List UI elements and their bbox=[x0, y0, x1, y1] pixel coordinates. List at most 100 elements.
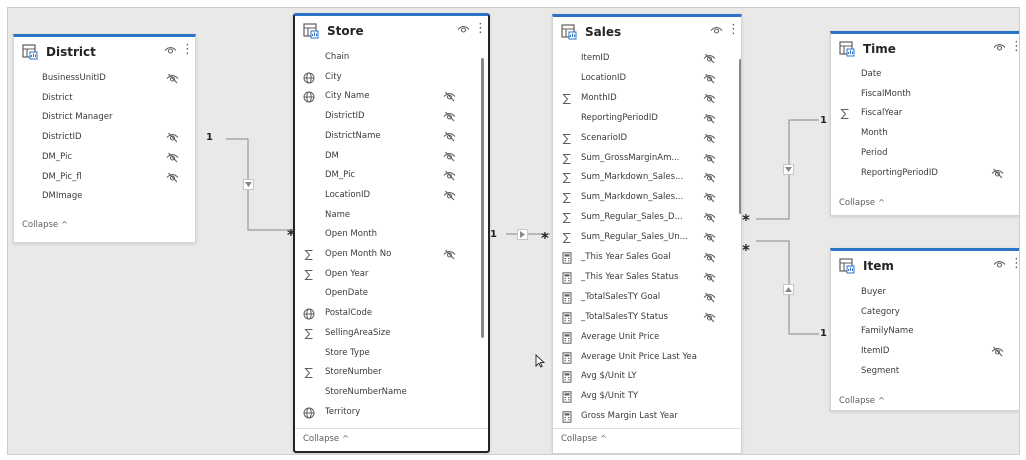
field-row[interactable]: Month bbox=[831, 125, 1019, 143]
field-row[interactable]: Chain bbox=[295, 49, 488, 67]
more-options-icon[interactable]: ⋮ bbox=[727, 23, 740, 37]
card-header-sales[interactable]: Sales ⋮ bbox=[553, 17, 741, 47]
field-row[interactable]: FamilyName bbox=[831, 323, 1019, 341]
eye-icon[interactable] bbox=[993, 259, 1006, 270]
table-card-store[interactable]: Store ⋮ Chain City City Name DistrictID Distri… bbox=[293, 13, 490, 453]
table-title[interactable]: Sales bbox=[585, 25, 621, 39]
field-row[interactable]: Territory bbox=[295, 404, 488, 422]
field-row[interactable]: DistrictID bbox=[14, 129, 195, 147]
more-options-icon[interactable]: ⋮ bbox=[1010, 40, 1019, 54]
field-row[interactable]: FiscalYear bbox=[831, 105, 1019, 123]
field-row[interactable]: Sum_GrossMarginAm... bbox=[553, 150, 741, 168]
field-row[interactable]: OpenDate bbox=[295, 285, 488, 303]
field-row[interactable]: ReportingPeriodID bbox=[831, 165, 1019, 183]
hidden-field-indicator bbox=[703, 252, 716, 263]
field-row[interactable]: SellingAreaSize bbox=[295, 325, 488, 343]
field-row[interactable]: Avg $/Unit TY bbox=[553, 388, 741, 406]
field-row[interactable]: Category bbox=[831, 304, 1019, 322]
field-row[interactable]: Segment bbox=[831, 363, 1019, 381]
table-title[interactable]: Item bbox=[863, 259, 894, 273]
field-row[interactable]: _TotalSalesTY Goal bbox=[553, 289, 741, 307]
field-row[interactable]: DM bbox=[295, 148, 488, 166]
field-row[interactable]: District Manager bbox=[14, 109, 195, 127]
more-options-icon[interactable]: ⋮ bbox=[1010, 257, 1019, 271]
more-options-icon[interactable]: ⋮ bbox=[181, 43, 194, 57]
card-header-item[interactable]: Item ⋮ bbox=[831, 251, 1019, 281]
field-row[interactable]: Sum_Markdown_Sales... bbox=[553, 189, 741, 207]
filter-direction-up-icon[interactable] bbox=[783, 284, 794, 295]
field-row[interactable]: StoreNumberName bbox=[295, 384, 488, 402]
filter-direction-down-icon[interactable] bbox=[243, 179, 254, 190]
scrollbar-thumb[interactable] bbox=[739, 59, 741, 214]
field-row[interactable]: Store Type bbox=[295, 345, 488, 363]
field-row[interactable]: Gross Margin Last Year bbox=[553, 408, 741, 426]
collapse-button[interactable]: Collapse ^ bbox=[303, 434, 349, 444]
collapse-button[interactable]: Collapse ^ bbox=[839, 396, 885, 406]
field-row[interactable]: _TotalSalesTY Status bbox=[553, 309, 741, 327]
collapse-button[interactable]: Collapse ^ bbox=[22, 220, 68, 230]
eye-icon[interactable] bbox=[710, 25, 723, 36]
field-row[interactable]: Open Month bbox=[295, 226, 488, 244]
field-row[interactable]: Period bbox=[831, 145, 1019, 163]
field-row[interactable]: ItemID bbox=[831, 343, 1019, 361]
field-row[interactable]: City Name bbox=[295, 88, 488, 106]
visibility-toggle[interactable] bbox=[993, 259, 1006, 270]
model-canvas[interactable]: 1 * 1 * 1 * * 1 District ⋮ BusinessUnitID D… bbox=[7, 7, 1020, 455]
field-row[interactable]: _This Year Sales Goal bbox=[553, 249, 741, 267]
field-row[interactable]: BusinessUnitID bbox=[14, 70, 195, 88]
table-card-sales[interactable]: Sales ⋮ ItemID LocationID MonthID ReportingPe… bbox=[552, 14, 742, 454]
card-header-store[interactable]: Store ⋮ bbox=[295, 16, 488, 46]
field-row[interactable]: FiscalMonth bbox=[831, 86, 1019, 104]
collapse-button[interactable]: Collapse ^ bbox=[561, 434, 607, 444]
field-row[interactable]: Open Month No bbox=[295, 246, 488, 264]
field-row[interactable]: ItemID bbox=[553, 50, 741, 68]
filter-direction-down-icon[interactable] bbox=[783, 164, 794, 175]
card-header-district[interactable]: District ⋮ bbox=[14, 37, 195, 67]
eye-icon[interactable] bbox=[993, 42, 1006, 53]
filter-direction-right-icon[interactable] bbox=[517, 229, 528, 240]
field-row[interactable]: Name bbox=[295, 207, 488, 225]
field-row[interactable]: DM_Pic_fl bbox=[14, 169, 195, 187]
visibility-toggle[interactable] bbox=[993, 42, 1006, 53]
field-row[interactable]: MonthID bbox=[553, 90, 741, 108]
field-row[interactable]: LocationID bbox=[553, 70, 741, 88]
table-card-district[interactable]: District ⋮ BusinessUnitID District District … bbox=[13, 34, 196, 243]
eye-icon[interactable] bbox=[164, 45, 177, 56]
field-row[interactable]: Average Unit Price bbox=[553, 329, 741, 347]
field-row[interactable]: PostalCode bbox=[295, 305, 488, 323]
field-row[interactable]: _This Year Sales Status bbox=[553, 269, 741, 287]
scrollbar-thumb[interactable] bbox=[481, 58, 484, 338]
card-header-time[interactable]: Time ⋮ bbox=[831, 34, 1019, 64]
field-row[interactable]: Open Year bbox=[295, 266, 488, 284]
field-row[interactable]: DMImage bbox=[14, 188, 195, 206]
sigma-icon bbox=[304, 368, 313, 379]
field-row[interactable]: Sum_Regular_Sales_Un... bbox=[553, 229, 741, 247]
table-title[interactable]: Time bbox=[863, 42, 896, 56]
collapse-button[interactable]: Collapse ^ bbox=[839, 198, 885, 208]
field-row[interactable]: DM_Pic bbox=[295, 167, 488, 185]
table-title[interactable]: Store bbox=[327, 24, 364, 38]
field-row[interactable]: District bbox=[14, 90, 195, 108]
visibility-toggle[interactable] bbox=[164, 45, 177, 56]
field-row[interactable]: Sum_Markdown_Sales... bbox=[553, 169, 741, 187]
field-row[interactable]: Buyer bbox=[831, 284, 1019, 302]
field-row[interactable]: Average Unit Price Last Year bbox=[553, 349, 741, 367]
visibility-toggle[interactable] bbox=[457, 24, 470, 35]
field-row[interactable]: DistrictID bbox=[295, 108, 488, 126]
field-row[interactable]: DistrictName bbox=[295, 128, 488, 146]
table-title[interactable]: District bbox=[46, 45, 96, 59]
more-options-icon[interactable]: ⋮ bbox=[474, 22, 487, 36]
field-row[interactable]: Avg $/Unit LY bbox=[553, 368, 741, 386]
field-row[interactable]: ReportingPeriodID bbox=[553, 110, 741, 128]
field-row[interactable]: ScenarioID bbox=[553, 130, 741, 148]
field-row[interactable]: Date bbox=[831, 66, 1019, 84]
visibility-toggle[interactable] bbox=[710, 25, 723, 36]
table-card-item[interactable]: Item ⋮ Buyer Category FamilyName ItemID Segmen… bbox=[830, 248, 1019, 411]
field-row[interactable]: City bbox=[295, 69, 488, 87]
field-row[interactable]: DM_Pic bbox=[14, 149, 195, 167]
eye-icon[interactable] bbox=[457, 24, 470, 35]
field-row[interactable]: LocationID bbox=[295, 187, 488, 205]
field-row[interactable]: StoreNumber bbox=[295, 364, 488, 382]
table-card-time[interactable]: Time ⋮ Date FiscalMonth FiscalYear Month Perio… bbox=[830, 31, 1019, 216]
field-row[interactable]: Sum_Regular_Sales_D... bbox=[553, 209, 741, 227]
